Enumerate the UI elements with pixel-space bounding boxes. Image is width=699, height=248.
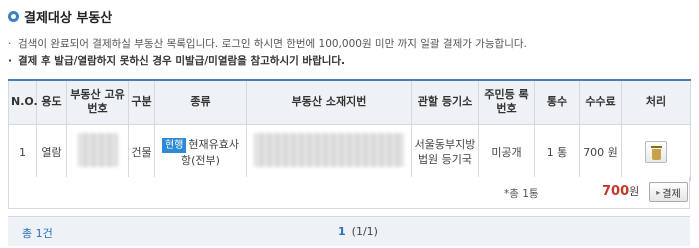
notice-item: · 검색이 완료되어 결제하실 부동산 목록입니다. 로그인 하시면 한번에 10… <box>8 38 527 50</box>
circle-bullet-icon <box>8 10 19 22</box>
cell-purpose: 열람 <box>36 123 67 181</box>
page-link[interactable]: 1 <box>338 225 346 238</box>
summary-bar: *총 1통 700원 ▸ 결제 <box>8 177 690 209</box>
cell-no: 1 <box>8 123 37 181</box>
redacted-address <box>254 133 404 167</box>
section-title: 결제대상 부동산 <box>24 10 113 26</box>
kind-text: 현재유효사항(전부) <box>181 137 239 167</box>
current-badge: 현행 <box>161 137 187 153</box>
col-header-resident-no: 주민등 록번호 <box>478 79 535 125</box>
payment-table: N.O. 용도 부동산 고유번호 구분 종류 부동산 소재지번 관할 등기소 주… <box>8 79 691 181</box>
col-header-copies: 통수 <box>534 79 580 125</box>
col-header-fee: 수수료 <box>579 79 622 125</box>
arrow-right-icon: ▸ <box>656 187 661 197</box>
cell-registry: 서울동부지방법원 등기국 <box>411 123 479 181</box>
total-copies: *총 1통 <box>504 188 539 200</box>
col-header-kind: 종류 <box>154 79 247 125</box>
total-amount: 700원 <box>602 184 640 199</box>
col-header-registry: 관할 등기소 <box>411 79 479 125</box>
col-header-unique-no: 부동산 고유번호 <box>66 79 129 125</box>
cell-fee: 700 원 <box>579 123 622 181</box>
cell-category: 건물 <box>128 123 155 181</box>
page-info: (1/1) <box>351 225 378 238</box>
table-header-row: N.O. 용도 부동산 고유번호 구분 종류 부동산 소재지번 관할 등기소 주… <box>8 79 691 125</box>
redacted-unique-no <box>77 133 118 167</box>
table-row: 1 열람 건물 현행 현재유효사항(전부) 서울동부지방법원 등기국 미공개 1 … <box>8 123 691 181</box>
notice-item: · 결제 후 발급/열람하지 못하신 경우 미발급/미열람을 참고하시기 바랍니다… <box>8 55 346 67</box>
col-header-category: 구분 <box>128 79 155 125</box>
pagination-bar: 총 1건 1 (1/1) <box>8 216 690 246</box>
total-count: 총 1건 <box>22 227 53 240</box>
col-header-address: 부동산 소재지번 <box>246 79 412 125</box>
pager: 1 (1/1) <box>338 225 378 238</box>
cell-kind: 현행 현재유효사항(전부) <box>154 123 247 181</box>
col-header-purpose: 용도 <box>36 79 67 125</box>
cell-copies: 1 통 <box>534 123 580 181</box>
cell-resident-no: 미공개 <box>478 123 535 181</box>
col-header-action: 처리 <box>621 79 691 125</box>
pay-button[interactable]: ▸ 결제 <box>649 182 688 202</box>
section-header: 결제대상 부동산 <box>8 6 112 26</box>
trash-icon[interactable] <box>645 141 667 163</box>
col-header-no: N.O. <box>8 79 38 125</box>
cell-address <box>246 123 412 181</box>
cell-action <box>621 123 691 181</box>
cell-unique-no <box>66 123 129 181</box>
notice-list: · 검색이 완료되어 결제하실 부동산 목록입니다. 로그인 하시면 한번에 10… <box>8 36 688 70</box>
